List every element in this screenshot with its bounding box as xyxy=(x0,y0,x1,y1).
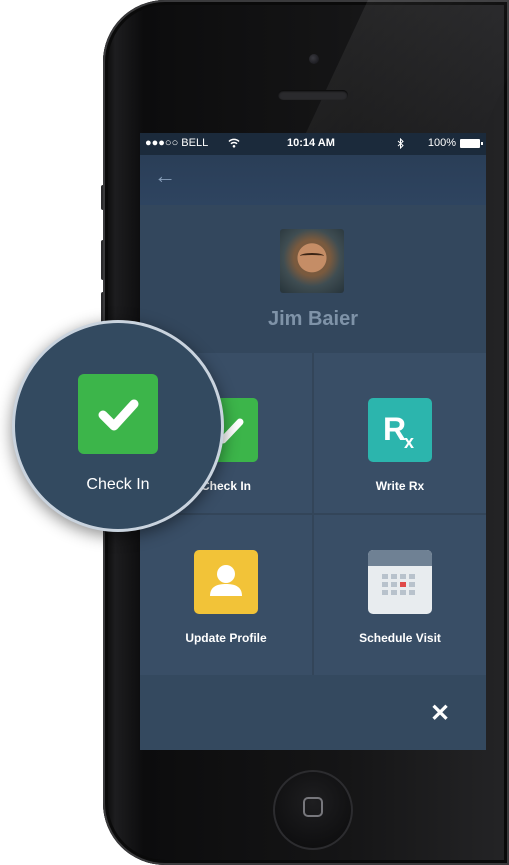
avatar-face-detail xyxy=(300,253,324,259)
checkmark-icon xyxy=(98,399,139,431)
bluetooth-icon xyxy=(397,138,404,149)
close-icon[interactable]: ✕ xyxy=(430,699,450,728)
schedule-visit-action[interactable]: Schedule Visit xyxy=(314,515,486,675)
write-rx-action[interactable]: R x Write Rx xyxy=(314,353,486,513)
avatar[interactable] xyxy=(280,229,344,293)
rx-icon: R x xyxy=(383,411,414,452)
footer-bar: ✕ xyxy=(140,675,486,750)
check-in-zoom-callout: Check In xyxy=(12,320,224,532)
home-button-icon xyxy=(303,797,323,817)
battery-icon xyxy=(460,139,483,148)
callout-check-in-tile[interactable] xyxy=(78,374,158,454)
update-profile-tile xyxy=(194,550,258,614)
back-arrow-icon[interactable]: ← xyxy=(154,163,176,189)
svg-text:x: x xyxy=(404,432,414,452)
status-bar: ●●●○○ BELL 10:14 AM 100% xyxy=(140,133,486,155)
status-time: 10:14 AM xyxy=(287,137,335,149)
schedule-visit-tile xyxy=(368,550,432,614)
update-profile-action[interactable]: Update Profile xyxy=(140,515,312,675)
earpiece-speaker xyxy=(278,90,348,100)
callout-check-in-label: Check In xyxy=(86,476,150,493)
carrier-signal: ●●●○○ BELL xyxy=(145,137,209,149)
wifi-icon xyxy=(228,138,240,148)
write-rx-label: Write Rx xyxy=(375,479,425,493)
user-icon xyxy=(210,565,242,596)
calendar-icon xyxy=(368,550,432,595)
profile-header: Jim Baier xyxy=(140,205,486,353)
write-rx-tile: R x xyxy=(368,398,432,462)
update-profile-label: Update Profile xyxy=(185,631,267,645)
nav-bar: ← xyxy=(140,155,486,205)
front-camera xyxy=(309,54,319,64)
profile-name: Jim Baier xyxy=(267,308,359,330)
battery-percent: 100% xyxy=(427,137,456,149)
schedule-visit-label: Schedule Visit xyxy=(359,631,441,645)
svg-text:R: R xyxy=(383,411,406,447)
